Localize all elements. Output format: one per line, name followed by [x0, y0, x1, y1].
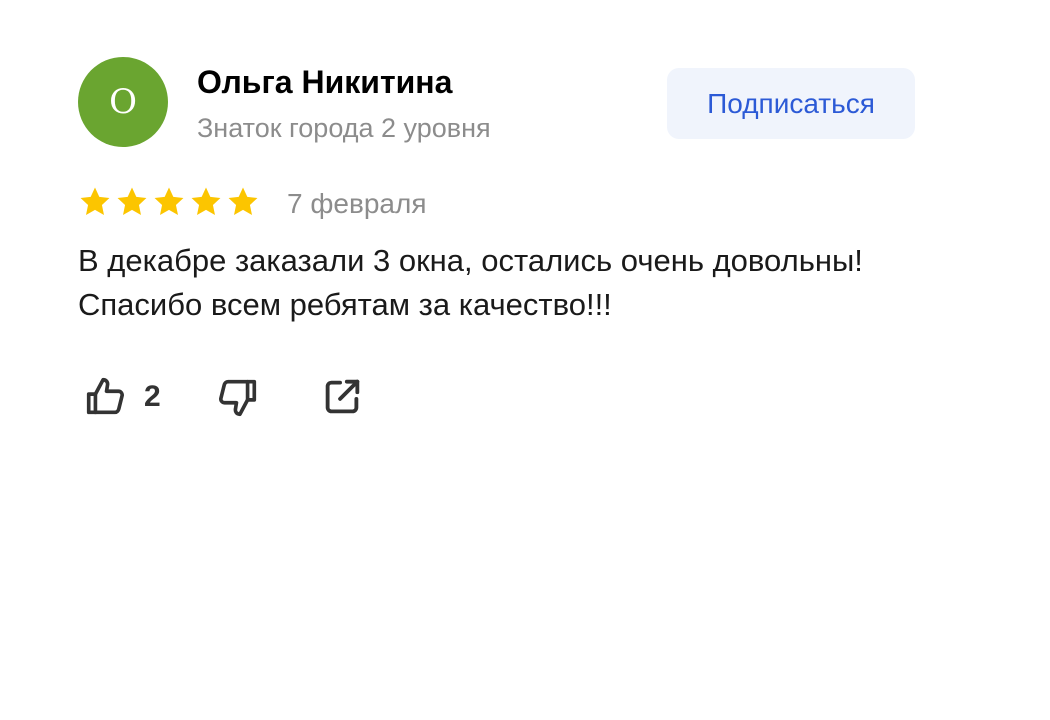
like-count: 2: [144, 380, 161, 413]
review-date: 7 февраля: [287, 188, 427, 219]
review-meta: 7 февраля: [78, 184, 678, 224]
star-icon: [191, 187, 221, 215]
avatar[interactable]: О: [78, 57, 168, 147]
rating-stars: [78, 184, 260, 224]
star-icon: [80, 187, 110, 215]
star-icon: [117, 187, 147, 215]
review-header: О Ольга Никитина Знаток города 2 уровня …: [78, 57, 918, 149]
review-text: В декабре заказали 3 окна, остались очен…: [78, 243, 863, 322]
like-button[interactable]: 2: [82, 372, 161, 422]
thumbs-up-icon: [86, 377, 124, 415]
star-icon: [228, 187, 258, 215]
subscribe-button[interactable]: Подписаться: [667, 68, 915, 139]
author-name[interactable]: Ольга Никитина: [197, 63, 452, 101]
review-actions: 2: [78, 372, 478, 422]
author-level: Знаток города 2 уровня: [197, 113, 491, 143]
star-icon: [154, 187, 184, 215]
thumbs-down-icon: [219, 379, 257, 417]
share-icon: [325, 379, 360, 414]
dislike-button[interactable]: [215, 372, 261, 422]
share-button[interactable]: [319, 372, 365, 422]
review-card: О Ольга Никитина Знаток города 2 уровня …: [78, 57, 918, 417]
